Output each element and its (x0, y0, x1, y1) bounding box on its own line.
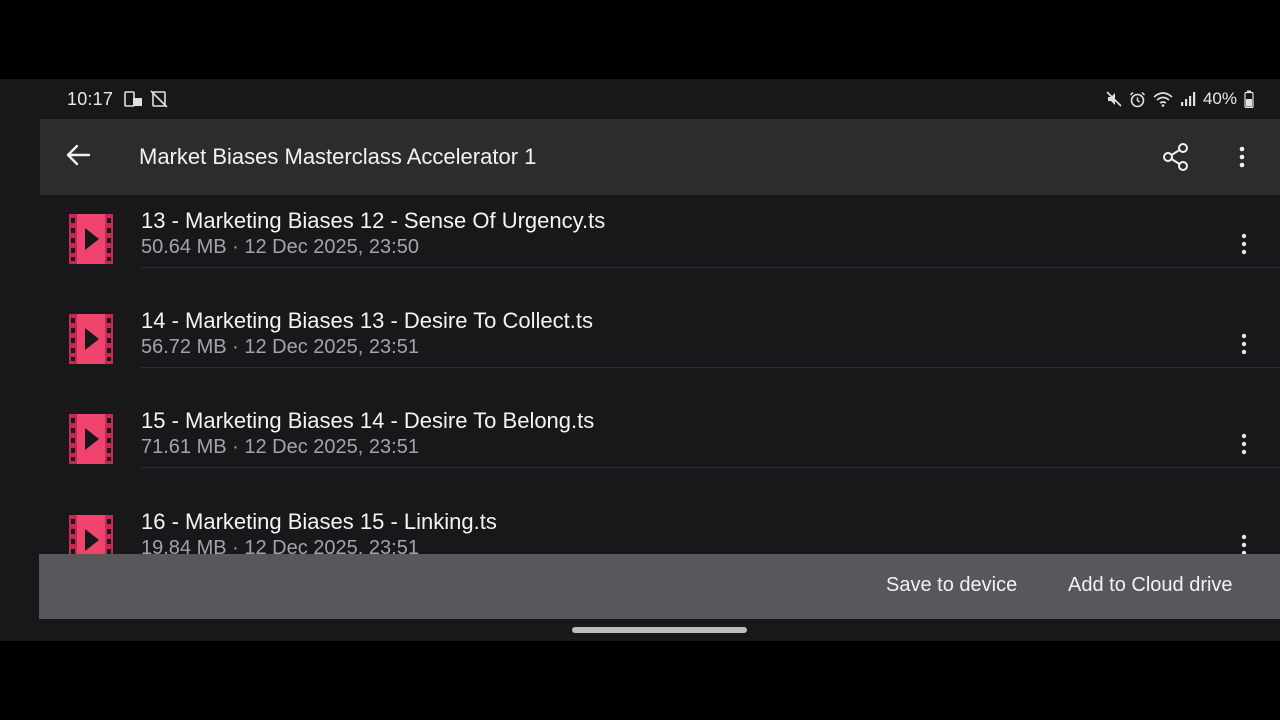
file-name: 16 - Marketing Biases 15 - Linking.ts (141, 509, 497, 534)
file-meta: 50.64 MB · 12 Dec 2025, 23:50 (141, 236, 419, 258)
list-item[interactable]: 16 - Marketing Biases 15 - Linking.ts 19… (40, 495, 1280, 554)
file-list: 13 - Marketing Biases 12 - Sense Of Urge… (40, 195, 1280, 554)
item-more-button[interactable] (1230, 529, 1258, 554)
more-options-button[interactable] (1228, 141, 1256, 177)
status-right: 40% (1106, 89, 1254, 109)
file-meta: 56.72 MB · 12 Dec 2025, 23:51 (141, 336, 419, 358)
battery-percent: 40% (1202, 89, 1237, 108)
divider (141, 367, 1280, 368)
status-bar: 10:17 40% (0, 79, 1280, 119)
share-icon (1161, 142, 1191, 177)
video-file-icon (69, 314, 113, 364)
item-more-button[interactable] (1230, 228, 1258, 264)
alarm-icon (1129, 91, 1146, 108)
app-bar: Market Biases Masterclass Accelerator 1 (40, 119, 1280, 195)
bottom-action-bar: Save to device Add to Cloud drive (39, 554, 1280, 619)
more-vertical-icon (1241, 233, 1247, 260)
file-name: 14 - Marketing Biases 13 - Desire To Col… (141, 308, 593, 333)
video-file-icon (69, 214, 113, 264)
wifi-icon (1153, 91, 1173, 107)
download-icon (124, 90, 144, 108)
video-file-icon (69, 414, 113, 464)
page-title: Market Biases Masterclass Accelerator 1 (139, 144, 537, 169)
save-to-device-button[interactable]: Save to device (886, 574, 1017, 597)
divider (141, 467, 1280, 468)
list-item[interactable]: 15 - Marketing Biases 14 - Desire To Bel… (40, 395, 1280, 495)
more-vertical-icon (1239, 146, 1245, 173)
file-meta: 71.61 MB · 12 Dec 2025, 23:51 (141, 436, 419, 458)
list-item[interactable]: 14 - Marketing Biases 13 - Desire To Col… (40, 295, 1280, 395)
item-more-button[interactable] (1230, 428, 1258, 464)
mute-icon (1106, 91, 1122, 107)
share-button[interactable] (1158, 141, 1194, 177)
more-vertical-icon (1241, 534, 1247, 554)
list-item[interactable]: 13 - Marketing Biases 12 - Sense Of Urge… (40, 195, 1280, 295)
home-indicator[interactable] (572, 627, 747, 633)
sync-off-icon (150, 90, 168, 108)
file-name: 13 - Marketing Biases 12 - Sense Of Urge… (141, 208, 606, 233)
battery-icon (1244, 90, 1254, 108)
more-vertical-icon (1241, 433, 1247, 460)
file-meta: 19.84 MB · 12 Dec 2025, 23:51 (141, 537, 419, 554)
more-vertical-icon (1241, 333, 1247, 360)
file-name: 15 - Marketing Biases 14 - Desire To Bel… (141, 408, 595, 433)
signal-icon (1180, 91, 1196, 107)
status-time: 10:17 (67, 89, 114, 109)
status-left-icons (124, 90, 168, 108)
arrow-left-icon (65, 144, 91, 171)
screen: 10:17 40% Market Biases Masterclass Acce… (0, 79, 1280, 641)
video-file-icon (69, 515, 113, 554)
item-more-button[interactable] (1230, 328, 1258, 364)
back-button[interactable] (60, 139, 96, 175)
add-to-cloud-drive-button[interactable]: Add to Cloud drive (1068, 574, 1233, 597)
divider (141, 267, 1280, 268)
